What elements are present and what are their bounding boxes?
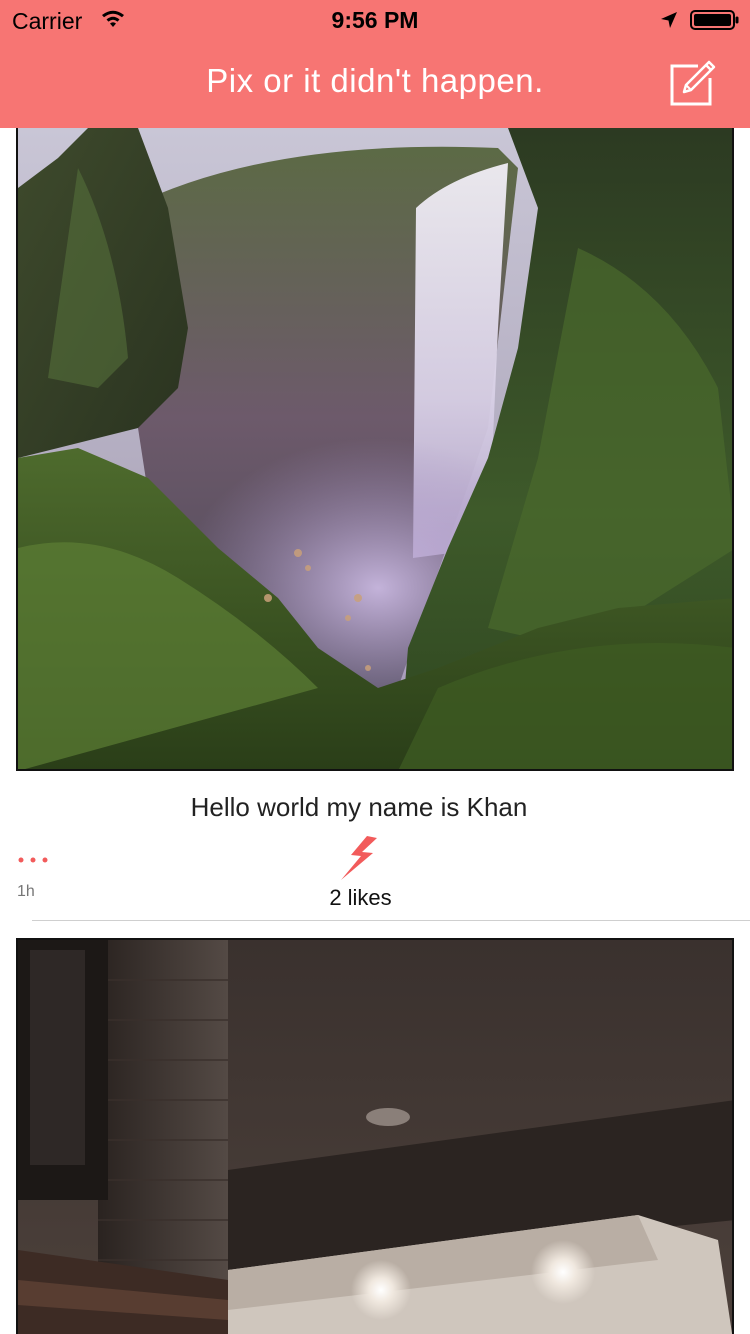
room-ceiling-photo bbox=[18, 940, 732, 1334]
post-photo-room[interactable] bbox=[16, 938, 734, 1334]
likes-count[interactable]: 2 likes bbox=[0, 885, 721, 911]
compose-button[interactable] bbox=[668, 58, 720, 108]
battery-icon bbox=[690, 10, 739, 30]
status-bar: Carrier 9:56 PM bbox=[0, 0, 750, 40]
location-arrow-icon bbox=[661, 12, 677, 28]
compose-icon bbox=[670, 60, 716, 106]
feed[interactable]: Hello world my name is Khan 1h 2 likes bbox=[0, 128, 750, 1334]
header: Carrier 9:56 PM Pix or it didn't happen. bbox=[0, 0, 750, 128]
post-divider bbox=[32, 920, 750, 921]
status-time: 9:56 PM bbox=[331, 7, 419, 33]
waterfall-photo bbox=[18, 128, 732, 769]
page-title: Pix or it didn't happen. bbox=[206, 62, 544, 99]
more-dots-icon[interactable] bbox=[17, 856, 49, 864]
lightning-bolt-icon[interactable] bbox=[337, 835, 381, 881]
post-photo-waterfall[interactable] bbox=[16, 128, 734, 771]
post-caption: Hello world my name is Khan bbox=[190, 792, 528, 822]
